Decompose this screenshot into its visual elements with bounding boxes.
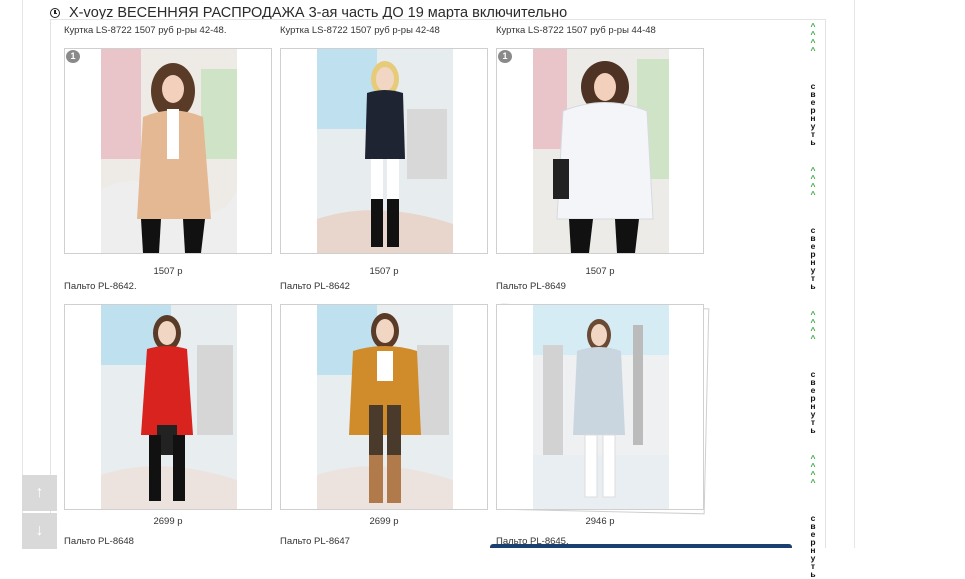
arrows-text: ^^^^ bbox=[810, 453, 816, 487]
product-caption: Пальто PL-8642. bbox=[64, 281, 137, 292]
product-photo[interactable]: 1 bbox=[64, 48, 272, 254]
collapse-text: свернуть bbox=[810, 225, 816, 291]
product-price: 2699 р bbox=[153, 516, 183, 527]
model-photo bbox=[317, 49, 453, 253]
collapse-link[interactable]: свернуть bbox=[806, 513, 820, 579]
model-photo bbox=[317, 305, 453, 509]
product-photo[interactable] bbox=[496, 304, 704, 510]
bottom-panel-edge bbox=[490, 544, 792, 548]
collapse-text: свернуть bbox=[810, 513, 816, 579]
collapse-link[interactable]: свернуть bbox=[806, 225, 820, 291]
arrows-text: ^^^^ bbox=[810, 165, 816, 199]
product-photo[interactable] bbox=[280, 304, 488, 510]
product-caption: Пальто PL-8648 bbox=[64, 536, 134, 547]
expand-arrows[interactable]: ^^^^ bbox=[806, 21, 820, 55]
product-photo[interactable]: 1 bbox=[496, 48, 704, 254]
expand-arrows[interactable]: ^^^^ bbox=[806, 165, 820, 199]
expand-arrows[interactable]: ^^^^ bbox=[806, 309, 820, 343]
product-caption: Куртка LS-8722 1507 руб р-ры 44-48 bbox=[496, 25, 656, 36]
product-caption: Пальто PL-8647 bbox=[280, 536, 350, 547]
model-photo bbox=[533, 49, 669, 253]
arrows-text: ^^^^ bbox=[810, 21, 816, 55]
expand-arrows[interactable]: ^^^^ bbox=[806, 453, 820, 487]
product-price: 1507 р bbox=[369, 266, 399, 277]
collapse-link[interactable]: свернуть bbox=[806, 81, 820, 147]
product-caption: Пальто PL-8649 bbox=[496, 281, 566, 292]
clock-icon bbox=[50, 8, 60, 18]
model-photo bbox=[101, 305, 237, 509]
product-caption: Куртка LS-8722 1507 руб р-ры 42-48 bbox=[280, 25, 440, 36]
collapse-link[interactable]: свернуть bbox=[806, 369, 820, 435]
product-price: 2699 р bbox=[369, 516, 399, 527]
collapse-text: свернуть bbox=[810, 369, 816, 435]
product-price: 1507 р bbox=[585, 266, 615, 277]
photo-count-badge: 1 bbox=[66, 50, 80, 63]
model-photo bbox=[101, 49, 237, 253]
product-grid: Куртка LS-8722 1507 руб р-ры 42-48. 1 15… bbox=[50, 19, 826, 548]
model-photo bbox=[533, 305, 669, 509]
scroll-up-button[interactable]: ↑ bbox=[22, 475, 57, 511]
product-photo[interactable] bbox=[280, 48, 488, 254]
product-caption: Пальто PL-8642 bbox=[280, 281, 350, 292]
collapse-text: свернуть bbox=[810, 81, 816, 147]
product-photo[interactable] bbox=[64, 304, 272, 510]
scroll-down-button[interactable]: ↓ bbox=[22, 513, 57, 549]
arrows-text: ^^^^ bbox=[810, 309, 816, 343]
product-price: 1507 р bbox=[153, 266, 183, 277]
product-price: 2946 р bbox=[585, 516, 615, 527]
photo-count-badge: 1 bbox=[498, 50, 512, 63]
product-caption: Куртка LS-8722 1507 руб р-ры 42-48. bbox=[64, 25, 227, 36]
